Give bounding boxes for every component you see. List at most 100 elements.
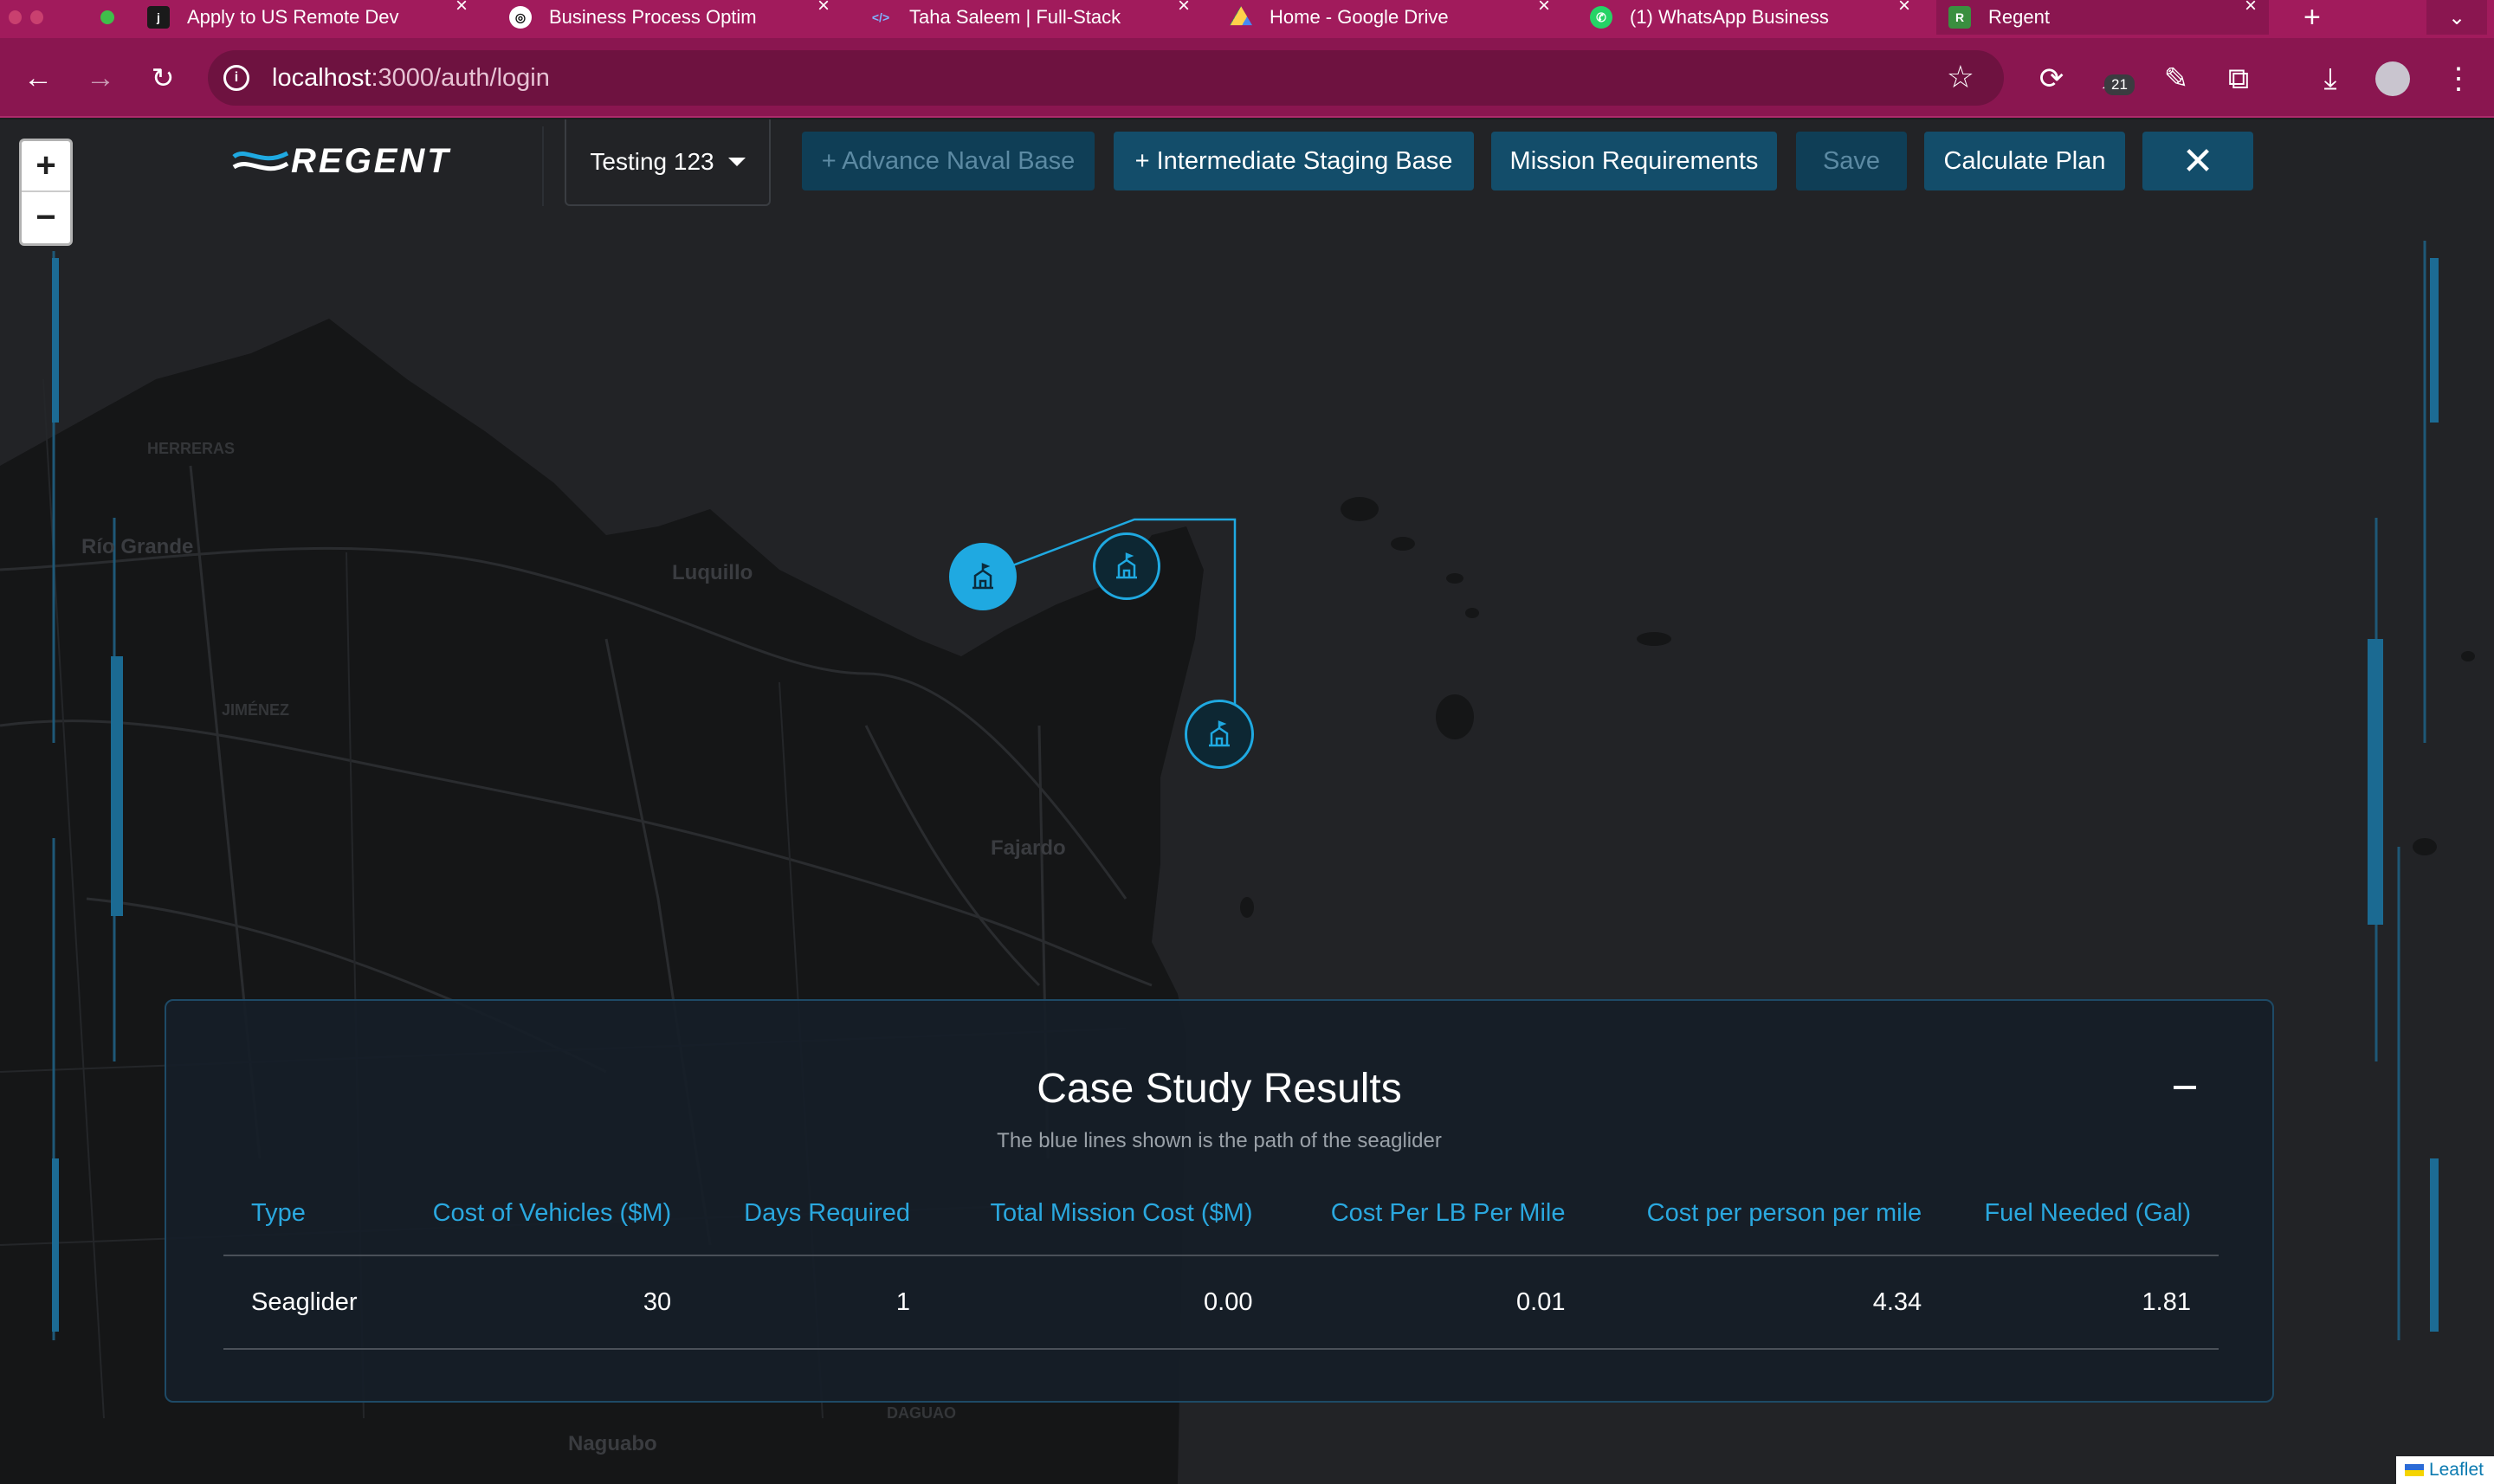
- mission-requirements-button[interactable]: Mission Requirements: [1491, 132, 1777, 190]
- staging-base-marker-1[interactable]: [1093, 532, 1160, 600]
- tab-title: (1) WhatsApp Business: [1630, 6, 1829, 28]
- reload-button[interactable]: ↻: [145, 61, 180, 95]
- arrow-left-icon: ←: [23, 61, 53, 94]
- site-info-icon[interactable]: i: [223, 65, 249, 91]
- maximize-window-control[interactable]: [100, 0, 137, 35]
- plus-icon: +: [2303, 0, 2321, 34]
- ukraine-flag-icon: [2404, 1464, 2424, 1476]
- chevron-down-icon: ⌄: [2447, 5, 2466, 29]
- regent-icon: R: [1948, 6, 1971, 29]
- zoom-out-button[interactable]: −: [22, 192, 70, 243]
- back-button[interactable]: ←: [21, 61, 55, 95]
- column-header: Cost Per LB Per Mile: [1252, 1172, 1566, 1256]
- map-label: Río Grande: [81, 535, 194, 558]
- base-building-icon: [1116, 552, 1137, 579]
- arrow-right-icon: →: [86, 61, 115, 94]
- table-cell: 1.81: [1922, 1255, 2219, 1350]
- column-header: Fuel Needed (Gal): [1922, 1172, 2219, 1256]
- table-cell: 0.01: [1252, 1255, 1566, 1350]
- calculate-plan-button[interactable]: Calculate Plan: [1924, 132, 2125, 190]
- table-cell: 1: [671, 1255, 910, 1350]
- column-header: Cost per person per mile: [1565, 1172, 1922, 1256]
- naval-base-marker[interactable]: [949, 543, 1017, 610]
- column-header: Cost of Vehicles ($M): [417, 1172, 672, 1256]
- map-label: JIMÉNEZ: [222, 701, 290, 719]
- close-tab-icon[interactable]: ×: [1538, 0, 1550, 16]
- download-icon[interactable]: ⤓: [2310, 59, 2350, 99]
- browser-tab-2[interactable]: ◎ Business Process Optim ×: [509, 0, 830, 35]
- forward-button[interactable]: →: [83, 61, 118, 95]
- tab-title: Regent: [1988, 6, 2050, 28]
- column-header: Type: [223, 1172, 417, 1256]
- close-window-icon[interactable]: [9, 10, 22, 24]
- table-cell: 0.00: [910, 1255, 1253, 1350]
- window-controls[interactable]: [9, 0, 43, 35]
- browser-tab-1[interactable]: j Apply to US Remote Dev ×: [147, 0, 468, 35]
- caret-down-icon: [727, 158, 746, 166]
- zoom-in-button[interactable]: +: [22, 141, 70, 192]
- base-building-icon: [1209, 720, 1230, 747]
- case-selector-value: Testing 123: [590, 148, 714, 175]
- sync-icon[interactable]: ⟳: [2032, 59, 2071, 99]
- close-tab-icon[interactable]: ×: [1898, 0, 1910, 16]
- close-icon: ✕: [2181, 139, 2214, 183]
- close-button[interactable]: ✕: [2142, 132, 2253, 190]
- results-table: Type Cost of Vehicles ($M) Days Required…: [223, 1172, 2219, 1350]
- map-label: DAGUAO: [887, 1404, 956, 1422]
- attribution-link[interactable]: Leaflet: [2429, 1460, 2484, 1480]
- maximize-window-icon[interactable]: [100, 10, 114, 24]
- reload-icon: ↻: [151, 62, 175, 94]
- browser-tab-6-active[interactable]: R Regent ×: [1936, 0, 2269, 35]
- base-building-icon: [972, 563, 993, 590]
- regent-logo: REGENT: [230, 142, 451, 181]
- puzzle-icon[interactable]: ⧉: [2219, 59, 2258, 99]
- url-text[interactable]: localhost:3000/auth/login: [272, 64, 550, 93]
- table-header-row: Type Cost of Vehicles ($M) Days Required…: [223, 1172, 2219, 1256]
- close-tab-icon[interactable]: ×: [817, 0, 830, 16]
- minimize-window-icon[interactable]: [30, 10, 43, 24]
- table-row: Seaglider 30 1 0.00 0.01 4.34 1.81: [223, 1255, 2219, 1350]
- zoom-control: + −: [19, 139, 73, 246]
- url-host: localhost: [272, 63, 372, 92]
- minimize-panel-button[interactable]: [2174, 1086, 2196, 1089]
- results-title: Case Study Results: [1037, 1066, 1402, 1112]
- tab-search-button[interactable]: ⌄: [2426, 0, 2487, 35]
- profile-avatar-icon[interactable]: [2373, 59, 2413, 99]
- close-tab-icon[interactable]: ×: [2245, 0, 2257, 16]
- table-cell: Seaglider: [223, 1255, 417, 1350]
- save-button[interactable]: Save: [1796, 132, 1907, 190]
- tab-title: Apply to US Remote Dev: [187, 6, 399, 28]
- staging-base-marker-2[interactable]: [1185, 700, 1254, 769]
- browser-tab-strip: j Apply to US Remote Dev × ◎ Business Pr…: [0, 0, 2494, 38]
- column-header: Days Required: [671, 1172, 910, 1256]
- header-divider: [542, 126, 544, 206]
- intermediate-staging-base-button[interactable]: + Intermediate Staging Base: [1114, 132, 1474, 190]
- close-tab-icon[interactable]: ×: [456, 0, 468, 16]
- column-header: Total Mission Cost ($M): [910, 1172, 1253, 1256]
- browser-tab-5[interactable]: ✆ (1) WhatsApp Business ×: [1590, 0, 1910, 35]
- results-subtitle: The blue lines shown is the path of the …: [997, 1129, 1442, 1152]
- code-icon: </>: [871, 10, 890, 24]
- whatsapp-icon: ✆: [1590, 6, 1612, 29]
- case-selector-dropdown[interactable]: Testing 123: [565, 119, 771, 206]
- map-label: Naguabo: [568, 1432, 657, 1455]
- google-drive-icon: [1230, 6, 1252, 26]
- address-bar[interactable]: i localhost:3000/auth/login ☆: [208, 50, 2004, 106]
- leaflet-attribution[interactable]: Leaflet: [2395, 1456, 2494, 1484]
- tab-title: Home - Google Drive: [1270, 6, 1449, 28]
- bookmark-star-icon[interactable]: ☆: [1947, 59, 1974, 95]
- new-tab-button[interactable]: +: [2303, 0, 2338, 35]
- close-tab-icon[interactable]: ×: [1178, 0, 1190, 16]
- advance-naval-base-button[interactable]: + Advance Naval Base: [802, 132, 1095, 190]
- table-cell: 4.34: [1565, 1255, 1922, 1350]
- logo-text: REGENT: [291, 142, 451, 180]
- extension-badge: 21: [2104, 74, 2135, 95]
- regent-wave-icon: [232, 151, 289, 171]
- browser-tab-3[interactable]: </> Taha Saleem | Full-Stack ×: [869, 0, 1190, 35]
- more-menu-icon[interactable]: ⋮: [2439, 59, 2478, 99]
- case-study-results-panel: Case Study Results The blue lines shown …: [165, 999, 2274, 1403]
- eyedropper-icon[interactable]: ✎: [2156, 59, 2196, 99]
- browser-tab-4[interactable]: Home - Google Drive ×: [1230, 0, 1550, 35]
- openai-icon: ◎: [509, 6, 532, 29]
- map-label: Luquillo: [672, 561, 753, 584]
